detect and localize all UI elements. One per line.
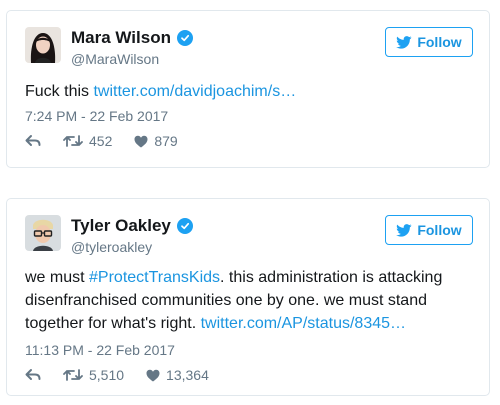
display-name-text[interactable]: Mara Wilson: [71, 28, 171, 48]
tweet-actions: 452 879: [25, 133, 200, 149]
user-handle[interactable]: @tyleroakley: [71, 239, 152, 255]
tweet-link[interactable]: twitter.com/davidjoachim/s…: [93, 83, 296, 100]
reply-icon: [25, 135, 41, 146]
retweet-count: 452: [89, 133, 113, 149]
reply-button[interactable]: [25, 134, 41, 148]
follow-button-label: Follow: [417, 222, 462, 238]
avatar[interactable]: [25, 215, 61, 251]
verified-badge-icon: [176, 30, 193, 46]
tweet-text-part: Fuck this: [25, 83, 94, 100]
heart-icon: [134, 135, 148, 147]
like-count: 13,364: [166, 367, 209, 383]
retweet-count: 5,510: [89, 367, 125, 383]
retweet-button[interactable]: 5,510: [63, 367, 124, 383]
display-name-text[interactable]: Tyler Oakley: [71, 216, 171, 236]
like-count: 879: [154, 133, 178, 149]
hashtag-link[interactable]: #ProtectTransKids: [89, 269, 220, 286]
follow-button-label: Follow: [417, 34, 462, 50]
verified-badge-icon: [176, 218, 193, 234]
like-button[interactable]: 879: [134, 133, 178, 149]
follow-button[interactable]: Follow: [385, 215, 473, 245]
tweet-card: Mara Wilson @MaraWilson Follow Fuck this…: [6, 10, 490, 168]
user-handle[interactable]: @MaraWilson: [71, 51, 159, 67]
tweet-timestamp[interactable]: 7:24 PM - 22 Feb 2017: [25, 108, 168, 124]
reply-button[interactable]: [25, 368, 41, 382]
retweet-icon: [63, 135, 83, 147]
reply-icon: [25, 369, 41, 380]
like-button[interactable]: 13,364: [146, 367, 209, 383]
follow-button[interactable]: Follow: [385, 27, 473, 57]
twitter-bird-icon: [396, 35, 412, 49]
tweet-timestamp[interactable]: 11:13 PM - 22 Feb 2017: [25, 342, 175, 358]
display-name[interactable]: Tyler Oakley: [71, 216, 193, 236]
twitter-bird-icon: [396, 223, 412, 237]
tweet-actions: 5,510 13,364: [25, 367, 231, 383]
retweet-button[interactable]: 452: [63, 133, 112, 149]
tweet-text: Fuck this twitter.com/davidjoachim/s…: [25, 80, 471, 103]
tweet-card: Tyler Oakley @tyleroakley Follow we must…: [6, 198, 490, 396]
display-name[interactable]: Mara Wilson: [71, 28, 193, 48]
heart-icon: [146, 369, 160, 381]
tweet-text-part: we must: [25, 269, 90, 286]
avatar[interactable]: [25, 27, 61, 63]
retweet-icon: [63, 369, 83, 381]
tweet-link[interactable]: twitter.com/AP/status/8345…: [201, 315, 406, 332]
tweet-text: we must #ProtectTransKids. this administ…: [25, 266, 471, 335]
